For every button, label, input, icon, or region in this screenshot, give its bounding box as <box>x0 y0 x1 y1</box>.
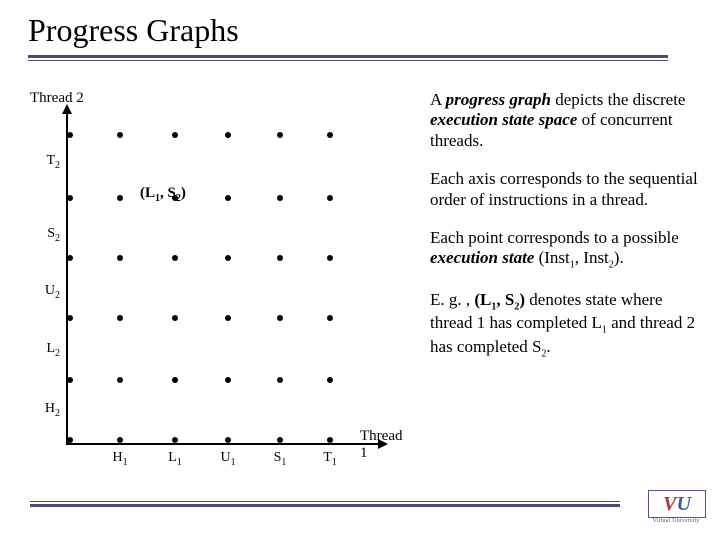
para-1: A progress graph depicts the discrete ex… <box>430 90 700 151</box>
content-area: Thread 2 T2 S2 U2 L2 H2 H1 L1 U1 S1 T1 T… <box>0 70 720 540</box>
vu-logo: VU Virtual University <box>648 490 704 526</box>
x-axis-label: Thread 1 <box>360 428 402 462</box>
progress-graph: Thread 2 T2 S2 U2 L2 H2 H1 L1 U1 S1 T1 T… <box>30 90 390 470</box>
y-tick-S2: S2 <box>30 226 60 244</box>
slide-title: Progress Graphs <box>28 12 720 49</box>
x-tick-U1: U1 <box>208 450 248 468</box>
para-3: Each point corresponds to a possible exe… <box>430 228 700 272</box>
x-tick-T1: T1 <box>310 450 350 468</box>
x-tick-S1: S1 <box>260 450 300 468</box>
y-tick-L2: L2 <box>30 341 60 359</box>
y-axis <box>66 112 68 445</box>
para-4: E. g. , (L1, S2) denotes state where thr… <box>430 290 700 360</box>
y-axis-label: Thread 2 <box>30 90 84 107</box>
slide: Progress Graphs Thread 2 T2 S2 U2 L2 H2 … <box>0 0 720 540</box>
title-area: Progress Graphs <box>0 0 720 61</box>
x-tick-L1: L1 <box>155 450 195 468</box>
description-text: A progress graph depicts the discrete ex… <box>430 90 700 378</box>
x-axis <box>66 443 380 445</box>
y-tick-H2: H2 <box>30 401 60 419</box>
title-underline <box>28 55 668 61</box>
annotation-L1S2: (L1, S2) <box>140 185 186 204</box>
para-2: Each axis corresponds to the sequential … <box>430 169 700 210</box>
footer-rule <box>30 501 620 505</box>
y-tick-U2: U2 <box>30 283 60 301</box>
y-tick-T2: T2 <box>30 153 60 171</box>
x-tick-H1: H1 <box>100 450 140 468</box>
